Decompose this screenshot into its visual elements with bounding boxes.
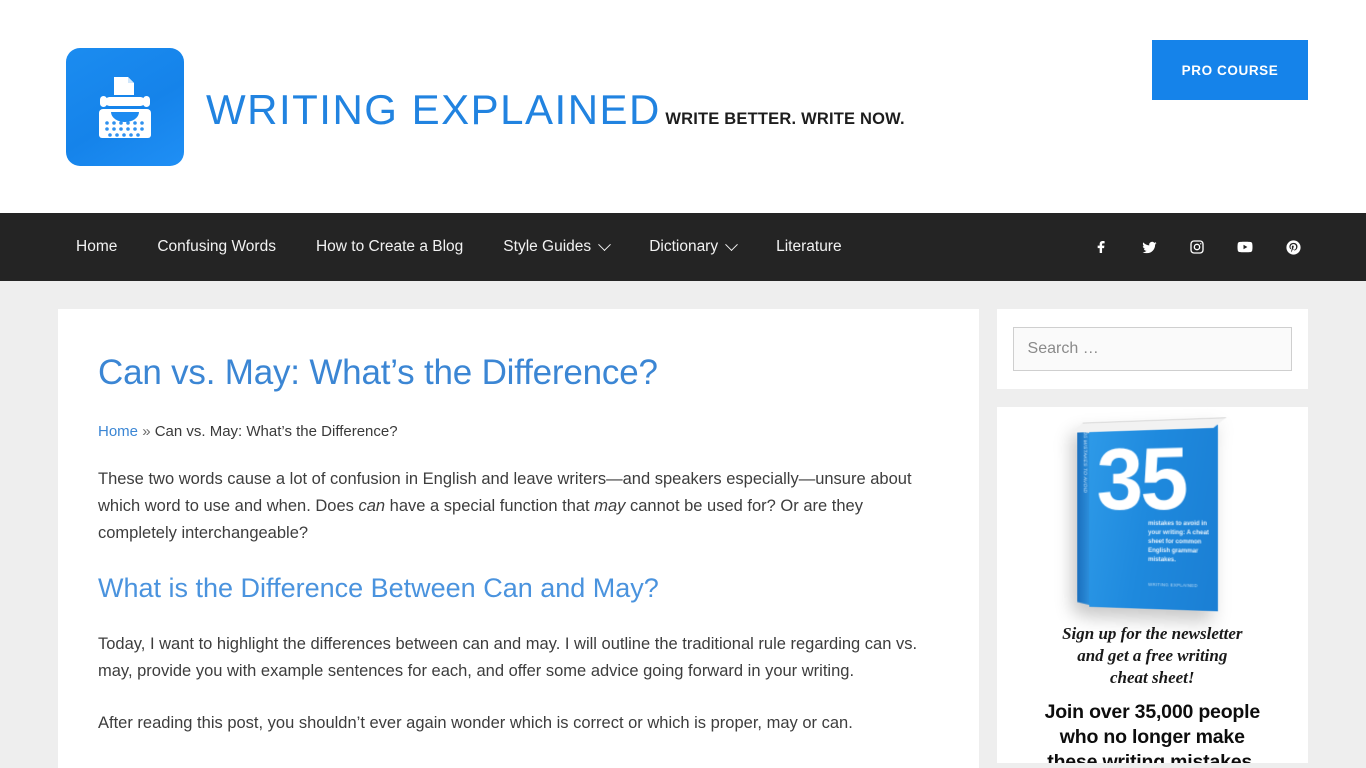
- instagram-icon[interactable]: [1188, 238, 1206, 256]
- search-widget: [996, 309, 1308, 389]
- sidebar: 35 MISTAKES TO AVOID 35 mistakes to avoi…: [996, 309, 1308, 768]
- body-paragraph-2: Today, I want to highlight the differenc…: [98, 634, 918, 680]
- nav-label: Style Guides: [503, 238, 592, 255]
- nav-item-style-guides[interactable]: Style Guides: [483, 237, 629, 256]
- intro-paragraph: These two words cause a lot of confusion…: [98, 466, 939, 546]
- nav-item-home[interactable]: Home: [76, 238, 137, 256]
- brand-title: WRITING EXPLAINED: [206, 85, 661, 133]
- article-content: Can vs. May: What’s the Difference? Home…: [58, 309, 979, 768]
- book-number: 35: [1096, 427, 1186, 529]
- newsletter-headline: Join over 35,000 people who no longer ma…: [1011, 700, 1294, 763]
- chevron-down-icon: [598, 237, 612, 251]
- nav-label: Literature: [776, 238, 842, 255]
- typewriter-icon: [66, 48, 184, 166]
- pro-course-button[interactable]: PRO COURSE: [1152, 40, 1308, 100]
- header-inner: WRITING EXPLAINED WRITE BETTER. WRITE NO…: [58, 0, 1308, 213]
- breadcrumb: Home » Can vs. May: What’s the Differenc…: [98, 423, 939, 440]
- page-title: Can vs. May: What’s the Difference?: [98, 353, 658, 392]
- site-logo-link[interactable]: WRITING EXPLAINED WRITE BETTER. WRITE NO…: [66, 48, 905, 166]
- intro-text-b: have a special function that: [385, 496, 595, 515]
- page-wrap: Can vs. May: What’s the Difference? Home…: [58, 281, 1308, 768]
- newsletter-widget: 35 MISTAKES TO AVOID 35 mistakes to avoi…: [996, 407, 1308, 763]
- pinterest-icon[interactable]: [1284, 238, 1302, 256]
- youtube-icon[interactable]: [1236, 238, 1254, 256]
- site-header: WRITING EXPLAINED WRITE BETTER. WRITE NO…: [0, 0, 1366, 213]
- book-subtitle: mistakes to avoid in your writing: A che…: [1148, 520, 1210, 564]
- newsletter-bold-line-3: these writing mistakes.: [1047, 751, 1258, 763]
- nav-inner: Home Confusing Words How to Create a Blo…: [58, 213, 1308, 281]
- nav-label: Dictionary: [649, 238, 719, 255]
- search-input[interactable]: [1012, 327, 1292, 371]
- intro-em-may: may: [594, 496, 626, 515]
- body-paragraph-3: After reading this post, you shouldn’t e…: [98, 714, 853, 733]
- brand-text: WRITING EXPLAINED WRITE BETTER. WRITE NO…: [206, 82, 905, 132]
- nav-item-confusing-words[interactable]: Confusing Words: [137, 238, 296, 256]
- nav-label: Confusing Words: [157, 238, 276, 255]
- newsletter-script-line-2: and get a free writing: [1077, 645, 1228, 665]
- nav-label: How to Create a Blog: [315, 238, 464, 255]
- nav-item-dictionary[interactable]: Dictionary: [629, 237, 756, 256]
- facebook-icon[interactable]: [1092, 238, 1110, 256]
- section-heading: What is the Difference Between Can and M…: [98, 573, 659, 604]
- nav-menu: Home Confusing Words How to Create a Blo…: [76, 237, 862, 256]
- nav-label: Home: [76, 238, 118, 255]
- book-front-cover: 35 mistakes to avoid in your writing: A …: [1089, 424, 1219, 612]
- primary-navigation: Home Confusing Words How to Create a Blo…: [0, 213, 1366, 281]
- breadcrumb-home-link[interactable]: Home: [98, 423, 138, 440]
- nav-item-how-to-create-a-blog[interactable]: How to Create a Blog: [296, 238, 483, 256]
- entry-content: These two words cause a lot of confusion…: [98, 466, 939, 737]
- twitter-icon[interactable]: [1140, 238, 1158, 256]
- book-spine-text: 35 MISTAKES TO AVOID: [1081, 431, 1088, 494]
- breadcrumb-current: Can vs. May: What’s the Difference?: [154, 423, 398, 441]
- newsletter-bold-line-2: who no longer make: [1059, 726, 1245, 749]
- chevron-down-icon: [725, 237, 738, 251]
- social-links: [1092, 238, 1302, 256]
- nav-item-literature[interactable]: Literature: [756, 238, 861, 256]
- newsletter-script-line-1: Sign up for the newsletter: [1062, 624, 1243, 643]
- newsletter-script-line-3: cheat sheet!: [1110, 667, 1195, 687]
- newsletter-bold-line-1: Join over 35,000 people: [1044, 701, 1261, 724]
- newsletter-script-text: Sign up for the newsletter and get a fre…: [1011, 623, 1294, 688]
- brand-tagline: WRITE BETTER. WRITE NOW.: [665, 109, 905, 128]
- book-3d: 35 MISTAKES TO AVOID 35 mistakes to avoi…: [1071, 417, 1227, 612]
- ebook-cover-image: 35 MISTAKES TO AVOID 35 mistakes to avoi…: [1011, 417, 1294, 612]
- intro-em-can: can: [358, 496, 386, 515]
- book-author: WRITING EXPLAINED: [1148, 581, 1198, 589]
- breadcrumb-separator: »: [142, 423, 151, 441]
